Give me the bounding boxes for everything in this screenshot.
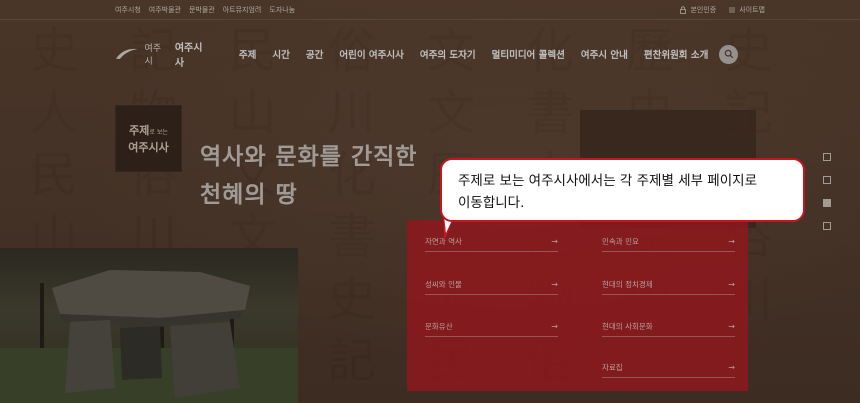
main-nav: 주제 시간 공간 어린이 여주시사 여주의 도자기 멀티미디어 콜렉션 여주시 … [239, 47, 708, 61]
util-link-ceramics[interactable]: 도자나눔 [269, 5, 295, 15]
pager-dot-2[interactable] [823, 176, 831, 184]
auth-label: 본인인증 [690, 6, 717, 14]
tooltip-line1: 주제로 보는 여주시사에서는 각 주제별 세부 페이지로 [458, 173, 757, 189]
link-folk[interactable]: 민속과 민요 → [602, 232, 735, 252]
nav-kids[interactable]: 어린이 여주시사 [339, 47, 404, 61]
family-site-links: 여주시청 여주박물관 문박물관 아트뮤지엄려 도자나눔 [115, 5, 295, 15]
sitemap-link[interactable]: 사이트맵 [728, 5, 765, 15]
nav-theme[interactable]: 주제 [239, 47, 256, 61]
section-pager [823, 153, 831, 230]
nav-guide[interactable]: 여주시 안내 [581, 47, 628, 61]
badge-small: 로 보는 [149, 129, 168, 136]
util-link-museum2[interactable]: 문박물관 [189, 5, 215, 15]
sitemap-label: 사이트맵 [739, 6, 765, 14]
main-header: 여주시 여주시사 주제 시간 공간 어린이 여주시사 여주의 도자기 멀티미디어… [115, 39, 738, 69]
util-link-museum[interactable]: 여주박물관 [149, 5, 181, 15]
headline-line2: 천혜의 땅 [200, 181, 298, 208]
tooltip-line2: 이동합니다. [458, 195, 525, 211]
logo-city-text: 여주시 [144, 44, 162, 67]
arrow-right-icon: → [728, 237, 735, 246]
search-icon [724, 49, 733, 59]
menu-icon [729, 7, 736, 13]
dolmen-photo [0, 248, 298, 403]
link-materials[interactable]: 자료집 → [602, 358, 735, 378]
nav-ceramics[interactable]: 여주의 도자기 [420, 47, 476, 61]
link-label: 자료집 [602, 363, 623, 372]
link-label: 현대의 사회문화 [602, 322, 653, 331]
link-clan-people[interactable]: 성씨와 인물 → [425, 275, 558, 295]
pager-dot-3[interactable] [823, 199, 831, 207]
site-logo[interactable]: 여주시 여주시사 [115, 39, 211, 69]
arrow-right-icon: → [728, 363, 735, 372]
link-heritage[interactable]: 문화유산 → [425, 317, 558, 337]
arrow-right-icon: → [728, 322, 735, 331]
arrow-right-icon: → [551, 280, 558, 289]
nav-space[interactable]: 공간 [306, 47, 323, 61]
logo-title-text: 여주시사 [174, 43, 203, 69]
badge-line1: 주제로 보는 [129, 122, 168, 138]
guide-tooltip: 주제로 보는 여주시사에서는 각 주제별 세부 페이지로 이동합니다. [440, 158, 805, 222]
link-politics-economy[interactable]: 현대의 정치경제 → [602, 275, 735, 295]
page-headline: 역사와 문화를 간직한 천혜의 땅 [200, 138, 417, 214]
nav-time[interactable]: 시간 [272, 47, 289, 61]
auth-link[interactable]: 본인인증 [679, 5, 716, 15]
link-label: 현대의 정치경제 [602, 280, 653, 289]
badge-big: 주제 [129, 124, 150, 137]
logo-swoosh-icon [115, 48, 138, 59]
utility-right: 본인인증 사이트맵 [679, 5, 765, 15]
pager-dot-4[interactable] [823, 222, 831, 230]
utility-bar: 여주시청 여주박물관 문박물관 아트뮤지엄려 도자나눔 본인인증 사이트맵 [0, 0, 860, 20]
util-link-city[interactable]: 여주시청 [115, 5, 141, 15]
pager-dot-1[interactable] [823, 153, 831, 161]
lock-icon [680, 6, 687, 14]
util-link-art[interactable]: 아트뮤지엄려 [223, 5, 262, 15]
nav-committee[interactable]: 편찬위원회 소개 [644, 47, 709, 61]
badge-line2: 여주시사 [128, 141, 169, 154]
link-label: 성씨와 인물 [425, 280, 462, 289]
link-label: 민속과 민요 [602, 237, 639, 246]
dolmen-illustration [0, 270, 298, 403]
arrow-right-icon: → [728, 280, 735, 289]
arrow-right-icon: → [551, 322, 558, 331]
search-button[interactable] [719, 44, 738, 64]
theme-badge: 주제로 보는 여주시사 [115, 105, 182, 172]
nav-multimedia[interactable]: 멀티미디어 콜렉션 [492, 47, 565, 61]
arrow-right-icon: → [551, 237, 558, 246]
link-label: 문화유산 [425, 322, 453, 331]
link-society-culture[interactable]: 현대의 사회문화 → [602, 317, 735, 337]
headline-line1: 역사와 문화를 간직한 [200, 143, 418, 170]
